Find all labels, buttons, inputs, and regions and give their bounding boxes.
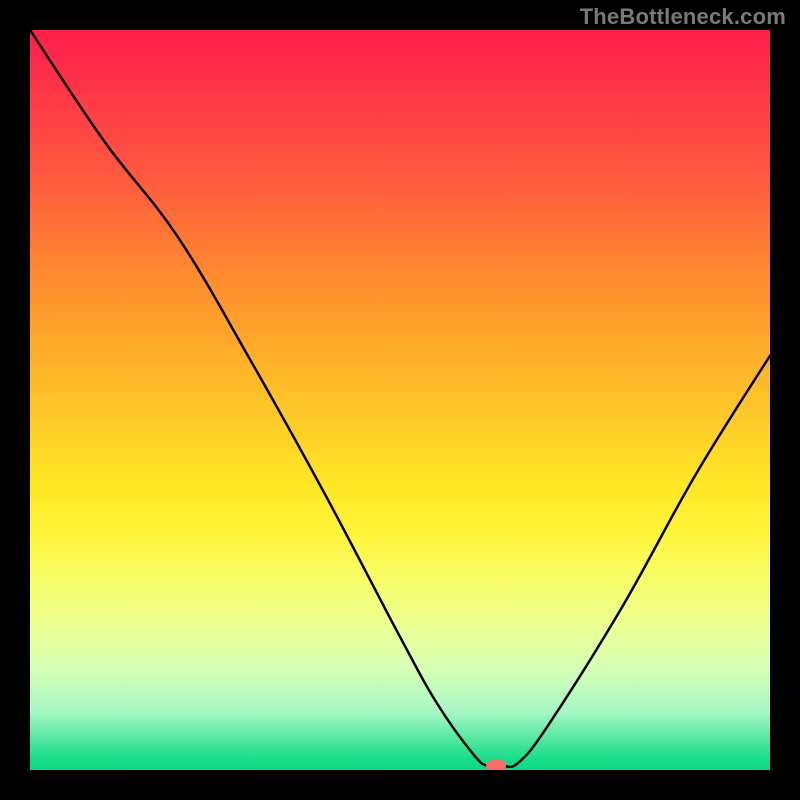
plot-area (30, 30, 770, 770)
attribution-text: TheBottleneck.com (580, 4, 786, 30)
chart-frame: TheBottleneck.com (0, 0, 800, 800)
curve-layer (30, 30, 770, 770)
bottleneck-curve (30, 30, 770, 767)
optimum-marker (486, 760, 506, 770)
